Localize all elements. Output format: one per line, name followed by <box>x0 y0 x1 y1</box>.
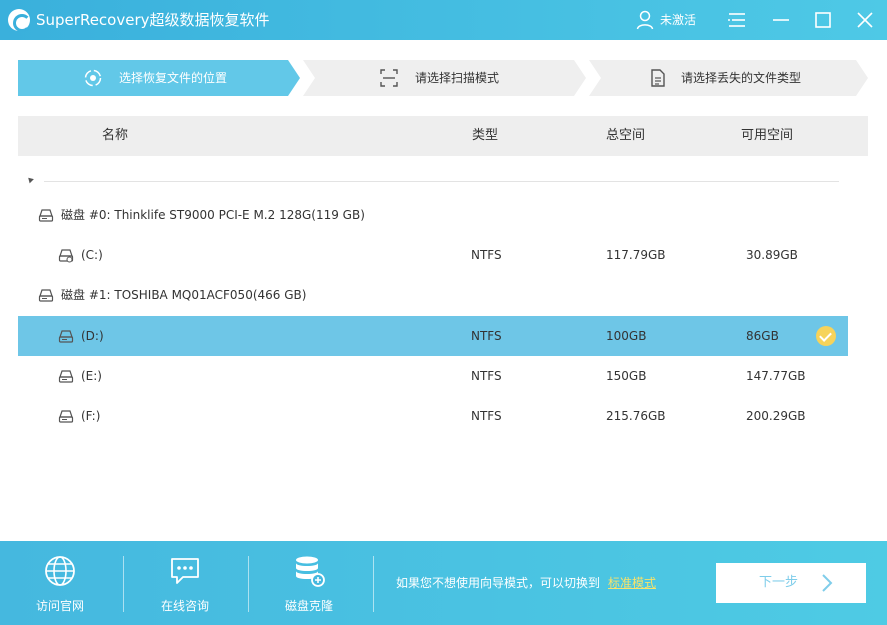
next-step-label: 下一步 <box>759 575 799 590</box>
partition-type: NTFS <box>471 248 502 262</box>
divider <box>248 556 249 612</box>
column-header-total[interactable]: 总空间 <box>606 129 645 143</box>
column-header-name[interactable]: 名称 <box>102 129 128 143</box>
table-row[interactable]: (D:) NTFS 100GB 86GB <box>18 316 848 356</box>
partition-name: (E:) <box>81 369 102 383</box>
divider <box>44 181 839 182</box>
disk-name: 磁盘 #0: Thinklife ST9000 PCI-E M.2 128G(1… <box>61 208 365 222</box>
divider <box>123 556 124 612</box>
partition-free: 200.29GB <box>746 409 806 423</box>
bottom-bar: 访问官网 在线咨询 磁盘克隆 如果您不想使用向导模式，可以切换到 标准模式 下一… <box>0 541 887 625</box>
database-clone-icon <box>296 556 325 587</box>
collapse-arrow-icon[interactable] <box>26 175 34 184</box>
app-title: SuperRecovery超级数据恢复软件 <box>36 11 270 29</box>
bottom-item-label: 磁盘克隆 <box>284 599 333 613</box>
close-icon[interactable] <box>853 8 877 32</box>
column-header-type[interactable]: 类型 <box>472 129 498 143</box>
bottom-item-label: 访问官网 <box>35 599 84 613</box>
scan-icon <box>380 69 398 87</box>
column-header-free[interactable]: 可用空间 <box>741 129 793 143</box>
bottom-item-label: 在线咨询 <box>160 599 209 613</box>
disk-row[interactable]: 磁盘 #0: Thinklife ST9000 PCI-E M.2 128G(1… <box>18 195 848 235</box>
menu-icon[interactable] <box>725 8 749 32</box>
partition-type: NTFS <box>471 329 502 343</box>
step-select-location[interactable]: 选择恢复文件的位置 <box>18 60 300 96</box>
activation-status[interactable]: 未激活 <box>660 12 696 28</box>
table-row[interactable]: (E:) NTFS 150GB 147.77GB <box>18 356 848 396</box>
user-icon[interactable] <box>636 10 654 30</box>
chat-icon <box>171 558 199 584</box>
step-label: 请选择扫描模式 <box>415 71 500 85</box>
next-step-button[interactable]: 下一步 <box>716 563 866 603</box>
visit-website-button[interactable]: 访问官网 <box>10 541 110 625</box>
minimize-icon[interactable] <box>769 8 793 32</box>
title-bar: SuperRecovery超级数据恢复软件 未激活 <box>0 0 887 40</box>
drive-icon <box>58 370 74 383</box>
target-icon <box>84 69 102 87</box>
wizard-hint-text: 如果您不想使用向导模式，可以切换到 <box>396 576 601 590</box>
partition-total: 100GB <box>606 329 647 343</box>
online-consult-button[interactable]: 在线咨询 <box>135 541 235 625</box>
partition-free: 147.77GB <box>746 369 806 383</box>
drive-icon <box>58 330 74 343</box>
partition-name: (D:) <box>81 329 104 343</box>
partition-total: 215.76GB <box>606 409 666 423</box>
table-header: 名称 类型 总空间 可用空间 <box>18 116 868 156</box>
standard-mode-link[interactable]: 标准模式 <box>608 576 656 590</box>
system-drive-icon <box>58 249 74 263</box>
partition-name: (C:) <box>81 248 103 262</box>
partition-type: NTFS <box>471 409 502 423</box>
partition-total: 117.79GB <box>606 248 666 262</box>
partition-type: NTFS <box>471 369 502 383</box>
partition-free: 86GB <box>746 329 779 343</box>
maximize-icon[interactable] <box>811 8 835 32</box>
partition-total: 150GB <box>606 369 647 383</box>
document-icon <box>651 69 665 87</box>
partition-free: 30.89GB <box>746 248 798 262</box>
hard-disk-icon <box>38 209 54 222</box>
drive-icon <box>58 410 74 423</box>
step-label: 请选择丢失的文件类型 <box>681 71 802 85</box>
step-label: 选择恢复文件的位置 <box>119 71 228 85</box>
divider <box>373 556 374 612</box>
disk-name: 磁盘 #1: TOSHIBA MQ01ACF050(466 GB) <box>61 288 307 302</box>
table-row[interactable]: (F:) NTFS 215.76GB 200.29GB <box>18 396 848 436</box>
step-scan-mode[interactable]: 请选择扫描模式 <box>303 60 586 96</box>
selected-check-icon <box>816 326 836 346</box>
table-row[interactable]: (C:) NTFS 117.79GB 30.89GB <box>18 235 848 275</box>
wizard-steps: 选择恢复文件的位置 请选择扫描模式 请选择丢失的文件类型 <box>18 60 869 96</box>
globe-icon <box>45 556 75 586</box>
app-logo-icon <box>8 9 31 32</box>
hard-disk-icon <box>38 289 54 302</box>
disk-clone-button[interactable]: 磁盘克隆 <box>259 541 359 625</box>
partition-name: (F:) <box>81 409 101 423</box>
step-file-type[interactable]: 请选择丢失的文件类型 <box>589 60 869 96</box>
disk-row[interactable]: 磁盘 #1: TOSHIBA MQ01ACF050(466 GB) <box>18 275 848 315</box>
chevron-right-icon <box>822 574 833 592</box>
